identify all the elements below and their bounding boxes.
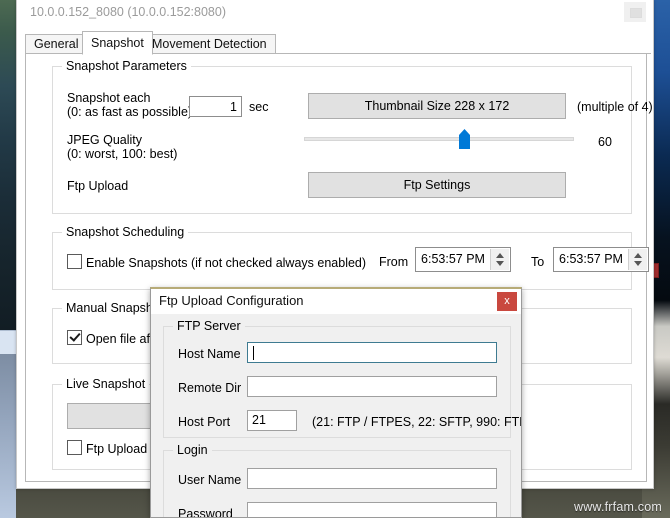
desktop-photo-left <box>0 0 16 330</box>
remote-dir-label: Remote Dir <box>178 381 242 395</box>
schedule-from-label: From <box>379 255 409 269</box>
ftp-settings-button[interactable]: Ftp Settings <box>308 172 566 198</box>
dialog-titlebar: Ftp Upload Configuration x <box>151 289 521 314</box>
desktop-left-divider <box>0 330 16 355</box>
minimize-icon <box>630 8 642 18</box>
ftp-upload-configuration-dialog: Ftp Upload Configuration x FTP Server Ho… <box>150 287 522 518</box>
thumbnail-size-button[interactable]: Thumbnail Size 228 x 172 <box>308 93 566 119</box>
live-ftp-upload-checkbox-box[interactable] <box>67 440 82 455</box>
group-live-snapshot-legend: Live Snapshot <box>62 377 150 391</box>
spinner-down-icon[interactable] <box>496 261 504 266</box>
host-name-input[interactable] <box>247 342 497 363</box>
remote-dir-input[interactable] <box>247 376 497 397</box>
group-ftp-server: FTP Server Host Name Remote Dir Host Por… <box>163 319 521 438</box>
window-titlebar: 10.0.0.152_8080 (10.0.0.152:8080) <box>17 0 653 28</box>
dialog-title: Ftp Upload Configuration <box>159 293 304 308</box>
window-title: 10.0.0.152_8080 (10.0.0.152:8080) <box>30 5 227 19</box>
group-login: Login User Name Password <box>163 443 511 518</box>
user-name-label: User Name <box>178 473 242 487</box>
minimize-button[interactable] <box>624 2 646 22</box>
user-name-input[interactable] <box>247 468 497 489</box>
schedule-to-label: To <box>531 255 545 269</box>
group-snapshot-parameters: Snapshot Parameters Snapshot each (0: as… <box>52 59 653 214</box>
spinner-down-icon[interactable] <box>634 261 642 266</box>
tab-general[interactable]: General <box>25 34 88 54</box>
text-caret-icon <box>253 346 254 360</box>
live-ftp-upload-checkbox-label: Ftp Upload <box>86 442 148 456</box>
snapshot-each-label-line2: (0: as fast as possible) <box>67 105 193 119</box>
jpeg-quality-slider[interactable] <box>304 129 574 149</box>
jpeg-quality-label-line2: (0: worst, 100: best) <box>67 147 178 161</box>
group-ftp-server-legend: FTP Server <box>173 319 245 333</box>
schedule-from-time-value[interactable]: 6:53:57 PM <box>416 248 490 271</box>
ftp-upload-label: Ftp Upload <box>67 179 129 193</box>
snapshot-interval-input[interactable] <box>189 96 242 117</box>
jpeg-quality-slider-thumb[interactable] <box>459 129 470 149</box>
spinner-up-icon[interactable] <box>634 253 642 258</box>
snapshot-each-label-line1: Snapshot each <box>67 91 151 105</box>
live-ftp-upload-checkbox[interactable]: Ftp Upload <box>67 440 147 456</box>
host-port-input[interactable]: 21 <box>247 410 297 431</box>
close-icon[interactable]: x <box>497 292 517 311</box>
host-port-input-value: 21 <box>252 413 266 427</box>
host-name-label: Host Name <box>178 347 241 361</box>
tab-snapshot[interactable]: Snapshot <box>82 31 153 55</box>
tab-movement-detection[interactable]: Movement Detection <box>143 34 276 54</box>
password-label: Password <box>178 507 233 518</box>
snapshot-each-unit-label: sec <box>249 100 269 114</box>
schedule-to-spinner-arrows[interactable] <box>628 249 647 270</box>
group-login-legend: Login <box>173 443 212 457</box>
jpeg-quality-slider-track <box>304 137 574 141</box>
host-port-hint: (21: FTP / FTPES, 22: SFTP, 990: FTPS) <box>312 415 522 429</box>
open-file-checkbox-box[interactable] <box>67 330 82 345</box>
schedule-to-time-value[interactable]: 6:53:57 PM <box>554 248 628 271</box>
group-snapshot-parameters-legend: Snapshot Parameters <box>62 59 191 73</box>
jpeg-quality-value: 60 <box>598 135 612 149</box>
jpeg-quality-label-line1: JPEG Quality <box>67 133 143 147</box>
enable-snapshots-checkbox[interactable]: Enable Snapshots (if not checked always … <box>67 254 366 270</box>
spinner-up-icon[interactable] <box>496 253 504 258</box>
password-input[interactable] <box>247 502 497 517</box>
enable-snapshots-checkbox-box[interactable] <box>67 254 82 269</box>
schedule-from-spinner-arrows[interactable] <box>490 249 509 270</box>
tabstrip: General Snapshot Movement Detection <box>25 31 651 55</box>
enable-snapshots-checkbox-label: Enable Snapshots (if not checked always … <box>86 256 367 270</box>
desktop-photo-left-lower <box>0 354 16 518</box>
thumbnail-multiple-hint: (multiple of 4) <box>577 100 653 114</box>
dialog-body: FTP Server Host Name Remote Dir Host Por… <box>151 314 521 517</box>
group-snapshot-scheduling: Snapshot Scheduling Enable Snapshots (if… <box>52 225 649 290</box>
schedule-to-time-spinner[interactable]: 6:53:57 PM <box>553 247 649 272</box>
watermark-text: www.frfam.com <box>573 500 662 514</box>
group-snapshot-scheduling-legend: Snapshot Scheduling <box>62 225 189 239</box>
host-port-label: Host Port <box>178 415 231 429</box>
schedule-from-time-spinner[interactable]: 6:53:57 PM <box>415 247 511 272</box>
